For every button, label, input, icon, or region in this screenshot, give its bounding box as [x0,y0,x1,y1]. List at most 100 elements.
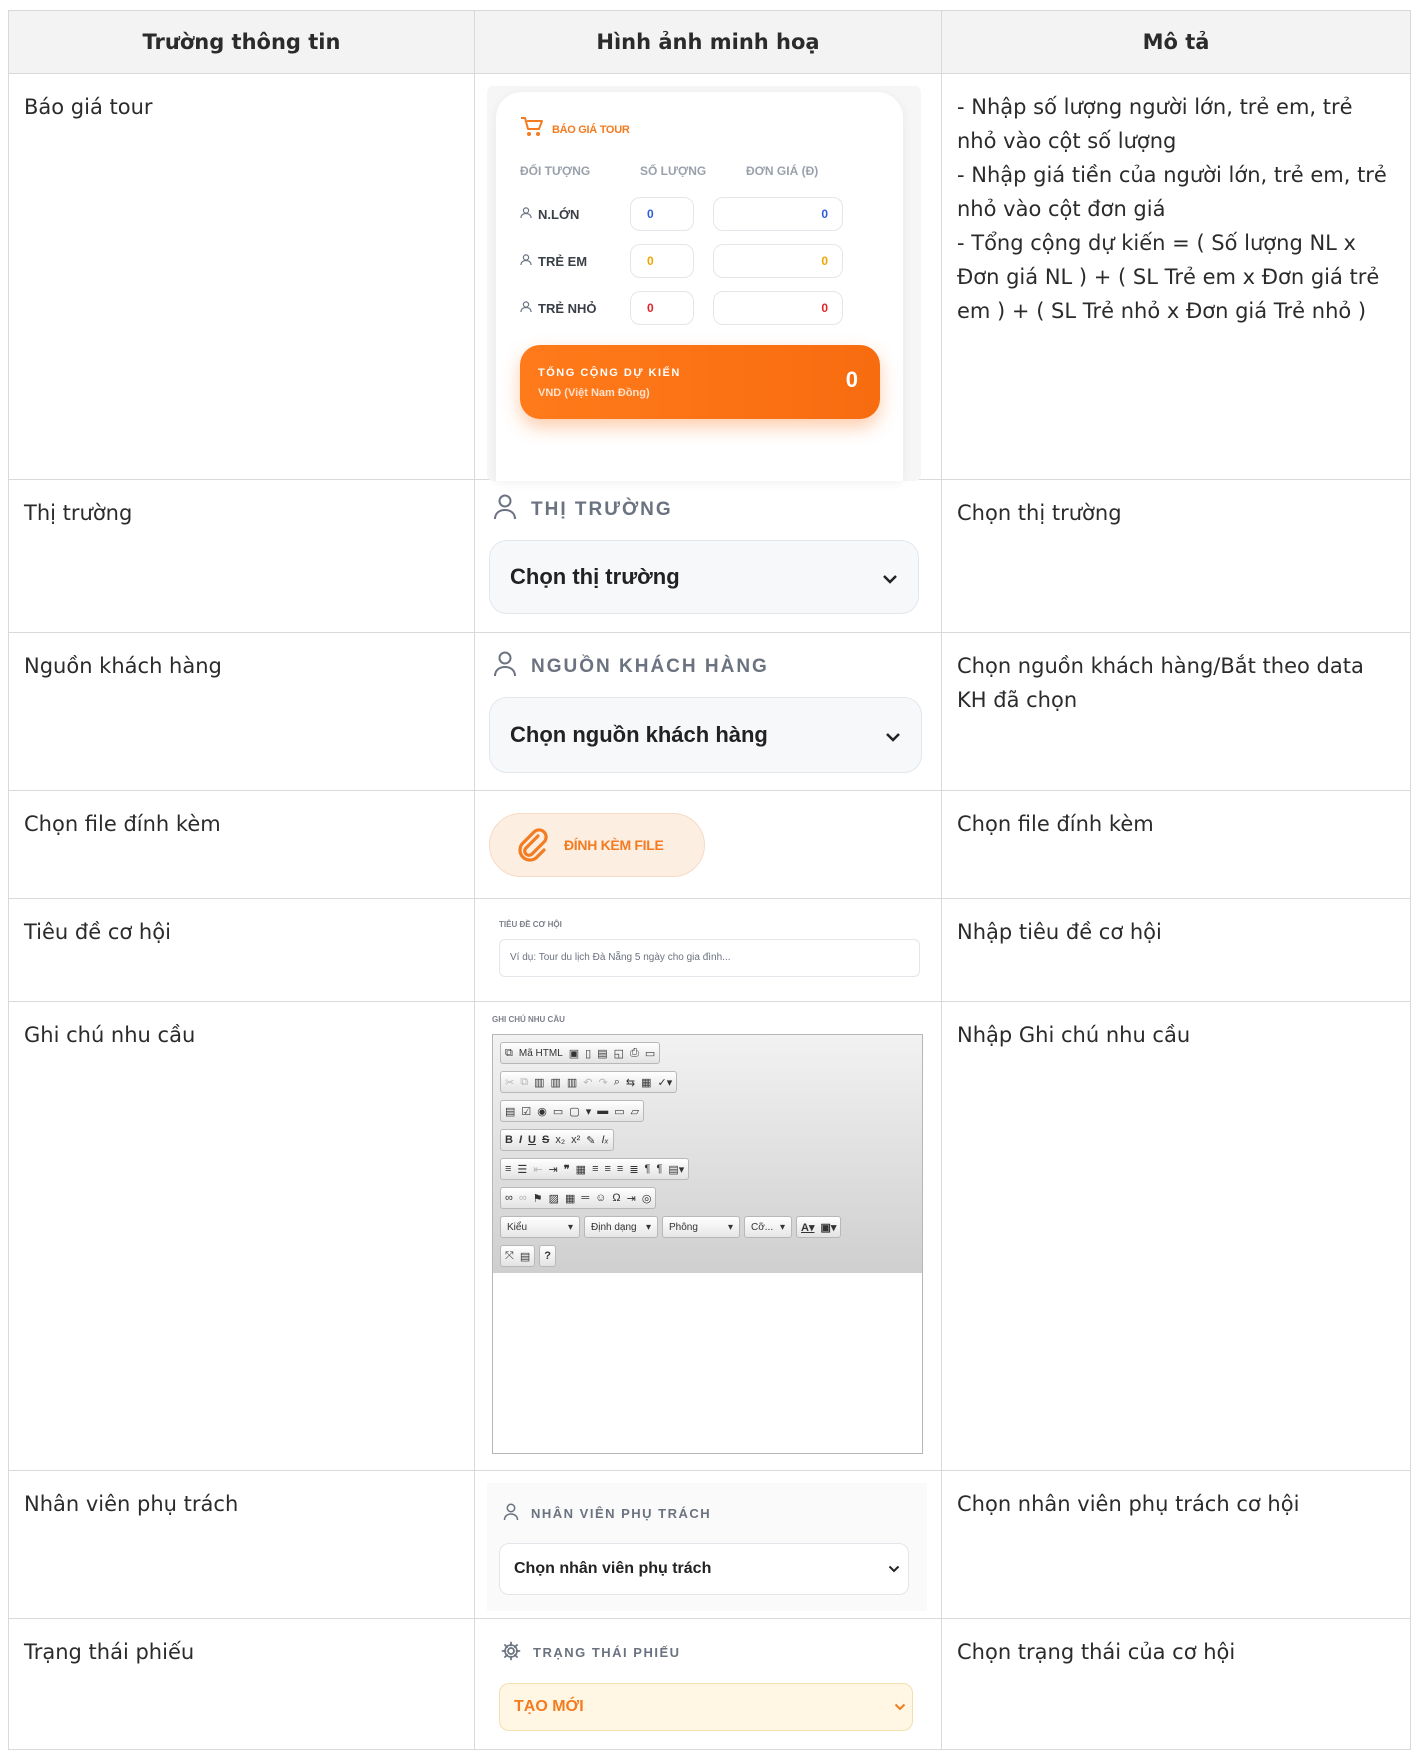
illustration-cell: THỊ TRƯỜNG Chọn thị trường [474,479,942,633]
copy-icon[interactable]: ⧉ [520,1076,528,1089]
hidden-field-icon[interactable]: ▱ [631,1105,639,1118]
preview-icon[interactable]: ◱ [614,1047,624,1060]
paste-text-icon[interactable]: ▥ [550,1076,560,1089]
align-left-icon[interactable]: ≡ [592,1163,598,1175]
source-select[interactable]: Chọn nguồn khách hàng [489,697,922,773]
qty-input[interactable]: 0 [630,197,694,231]
radio-icon[interactable]: ◉ [537,1105,547,1118]
align-justify-icon[interactable]: ≣ [629,1163,638,1176]
editor-content-area[interactable] [493,1273,922,1453]
align-right-icon[interactable]: ≡ [617,1163,623,1175]
table-icon[interactable]: ▦ [565,1192,575,1205]
select-field-icon[interactable]: ▾ [586,1105,592,1118]
image-icon[interactable]: ▨ [549,1192,559,1205]
redo-icon[interactable]: ↷ [599,1076,608,1089]
total-label: TỔNG CỘNG DỰ KIẾN [538,367,681,379]
subscript-icon[interactable]: x₂ [555,1134,565,1146]
align-center-icon[interactable]: ≡ [604,1163,610,1175]
page-break-icon[interactable]: ⇥ [627,1192,636,1205]
iframe-icon[interactable]: ◎ [642,1192,652,1205]
paste-icon[interactable]: ▥ [534,1076,544,1089]
checkbox-icon[interactable]: ☑ [521,1105,531,1118]
qty-input[interactable]: 0 [630,291,694,325]
size-combo[interactable]: Cỡ... ▾ [744,1216,792,1238]
toolbar-row: ▤ ☑ ◉ ▭ ▢ ▾ ▬ ▭ ▱ [500,1100,645,1122]
price-input[interactable]: 0 [713,244,843,278]
style-combo[interactable]: Kiểu ▾ [500,1216,580,1238]
source-icon[interactable]: ⧉ [505,1047,513,1060]
div-icon[interactable]: ▦ [576,1163,586,1176]
source-label: NGUỒN KHÁCH HÀNG [493,651,769,683]
language-icon[interactable]: ▤▾ [668,1163,684,1176]
market-select[interactable]: Chọn thị trường [489,540,919,614]
image-button-icon[interactable]: ▭ [614,1105,624,1118]
link-icon[interactable]: ∞ [505,1192,513,1204]
textfield-icon[interactable]: ▭ [553,1105,563,1118]
form-icon[interactable]: ▤ [505,1105,515,1118]
staff-select[interactable]: Chọn nhân viên phụ trách [499,1543,909,1595]
replace-icon[interactable]: ⇆ [626,1076,635,1089]
font-combo[interactable]: Phông ▾ [662,1216,740,1238]
line-label: TRẺ EM [538,254,588,269]
toolbar-group: ? [539,1245,556,1267]
new-page-icon[interactable]: ▯ [585,1047,591,1060]
special-char-icon[interactable]: Ω [612,1192,620,1204]
horizontal-line-icon[interactable]: ═ [581,1192,589,1204]
blockquote-icon[interactable]: ❞ [564,1163,570,1176]
text-color-icon[interactable]: A▾ [801,1221,814,1234]
save-icon[interactable]: ▣ [569,1047,579,1060]
source-button[interactable]: Mã HTML [519,1048,563,1059]
price-input[interactable]: 0 [713,291,843,325]
ltr-icon[interactable]: ¶ [645,1163,651,1175]
remove-format-icon[interactable]: Iₓ [601,1134,608,1146]
textarea-icon[interactable]: ▢ [569,1105,579,1118]
line-label: TRẺ NHỎ [538,301,597,316]
field-name: Ghi chú nhu cầu [8,1001,475,1471]
bold-icon[interactable]: B [505,1134,513,1146]
bg-color-icon[interactable]: ▣▾ [820,1221,836,1234]
outdent-icon[interactable]: ⇤ [533,1163,542,1176]
cut-icon[interactable]: ✂ [505,1076,514,1089]
paste-word-icon[interactable]: ▥ [567,1076,577,1089]
find-icon[interactable]: ⌕ [614,1076,620,1089]
smiley-icon[interactable]: ☺ [595,1192,606,1204]
unlink-icon[interactable]: ∞ [519,1192,527,1204]
format-combo[interactable]: Định dạng ▾ [584,1216,658,1238]
undo-icon[interactable]: ↶ [583,1076,592,1089]
status-label: TRẠNG THÁI PHIẾU [501,1641,681,1664]
quote-total: TỔNG CỘNG DỰ KIẾN VND (Việt Nam Đồng) 0 [520,345,880,419]
maximize-icon[interactable]: ⤧ [505,1250,514,1263]
button-field-icon[interactable]: ▬ [597,1105,608,1117]
status-select[interactable]: TẠO MỚI [499,1683,913,1731]
show-blocks-icon[interactable]: ▤ [520,1250,530,1263]
templates-icon[interactable]: ▤ [597,1047,607,1060]
select-all-icon[interactable]: ▦ [641,1076,651,1089]
price-input[interactable]: 0 [713,197,843,231]
numbered-list-icon[interactable]: ≡ [505,1163,511,1175]
strike-icon[interactable]: S [542,1134,549,1146]
field-description: Nhập tiêu đề cơ hội [941,898,1411,1002]
print-icon[interactable]: ⎙ [630,1047,639,1060]
title-input[interactable]: Ví dụ: Tour du lịch Đà Nẵng 5 ngày cho g… [499,939,920,977]
toolbar-group: B I U S x₂ x² ✎ Iₓ [500,1129,614,1151]
note-editor: ⧉ Mã HTML ▣ ▯ ▤ ◱ ⎙ ▭ ✂ ⧉ ▥ ▥ ▥ ↶ ↷ ⌕ ⇆ … [492,1034,923,1454]
description-line: - Tổng cộng dự kiến = ( Số lượng NL x Đơ… [957,231,1380,323]
superscript-icon[interactable]: x² [571,1134,580,1146]
underline-icon[interactable]: U [528,1134,536,1146]
qty-input[interactable]: 0 [630,244,694,278]
market-label: THỊ TRƯỜNG [493,494,673,526]
italic-icon[interactable]: I [519,1134,522,1146]
attach-file-button[interactable]: ĐÍNH KÈM FILE [489,813,705,877]
copy-format-icon[interactable]: ✎ [586,1134,595,1147]
anchor-icon[interactable]: ⚑ [533,1192,543,1205]
toolbar-row: ∞ ∞ ⚑ ▨ ▦ ═ ☺ Ω ⇥ ◎ [500,1187,657,1209]
help-icon[interactable]: ? [544,1250,551,1262]
bulleted-list-icon[interactable]: ☰ [517,1163,527,1176]
rtl-icon[interactable]: ¶ [656,1163,662,1175]
indent-icon[interactable]: ⇥ [549,1163,558,1176]
field-name: Thị trường [8,479,475,633]
toolbar-row: ≡ ☰ ⇤ ⇥ ❞ ▦ ≡ ≡ ≡ ≣ ¶ ¶ ▤▾ [500,1158,690,1180]
document-icon[interactable]: ▭ [645,1047,655,1060]
user-icon [503,1503,519,1524]
spellcheck-icon[interactable]: ✓▾ [658,1076,673,1089]
